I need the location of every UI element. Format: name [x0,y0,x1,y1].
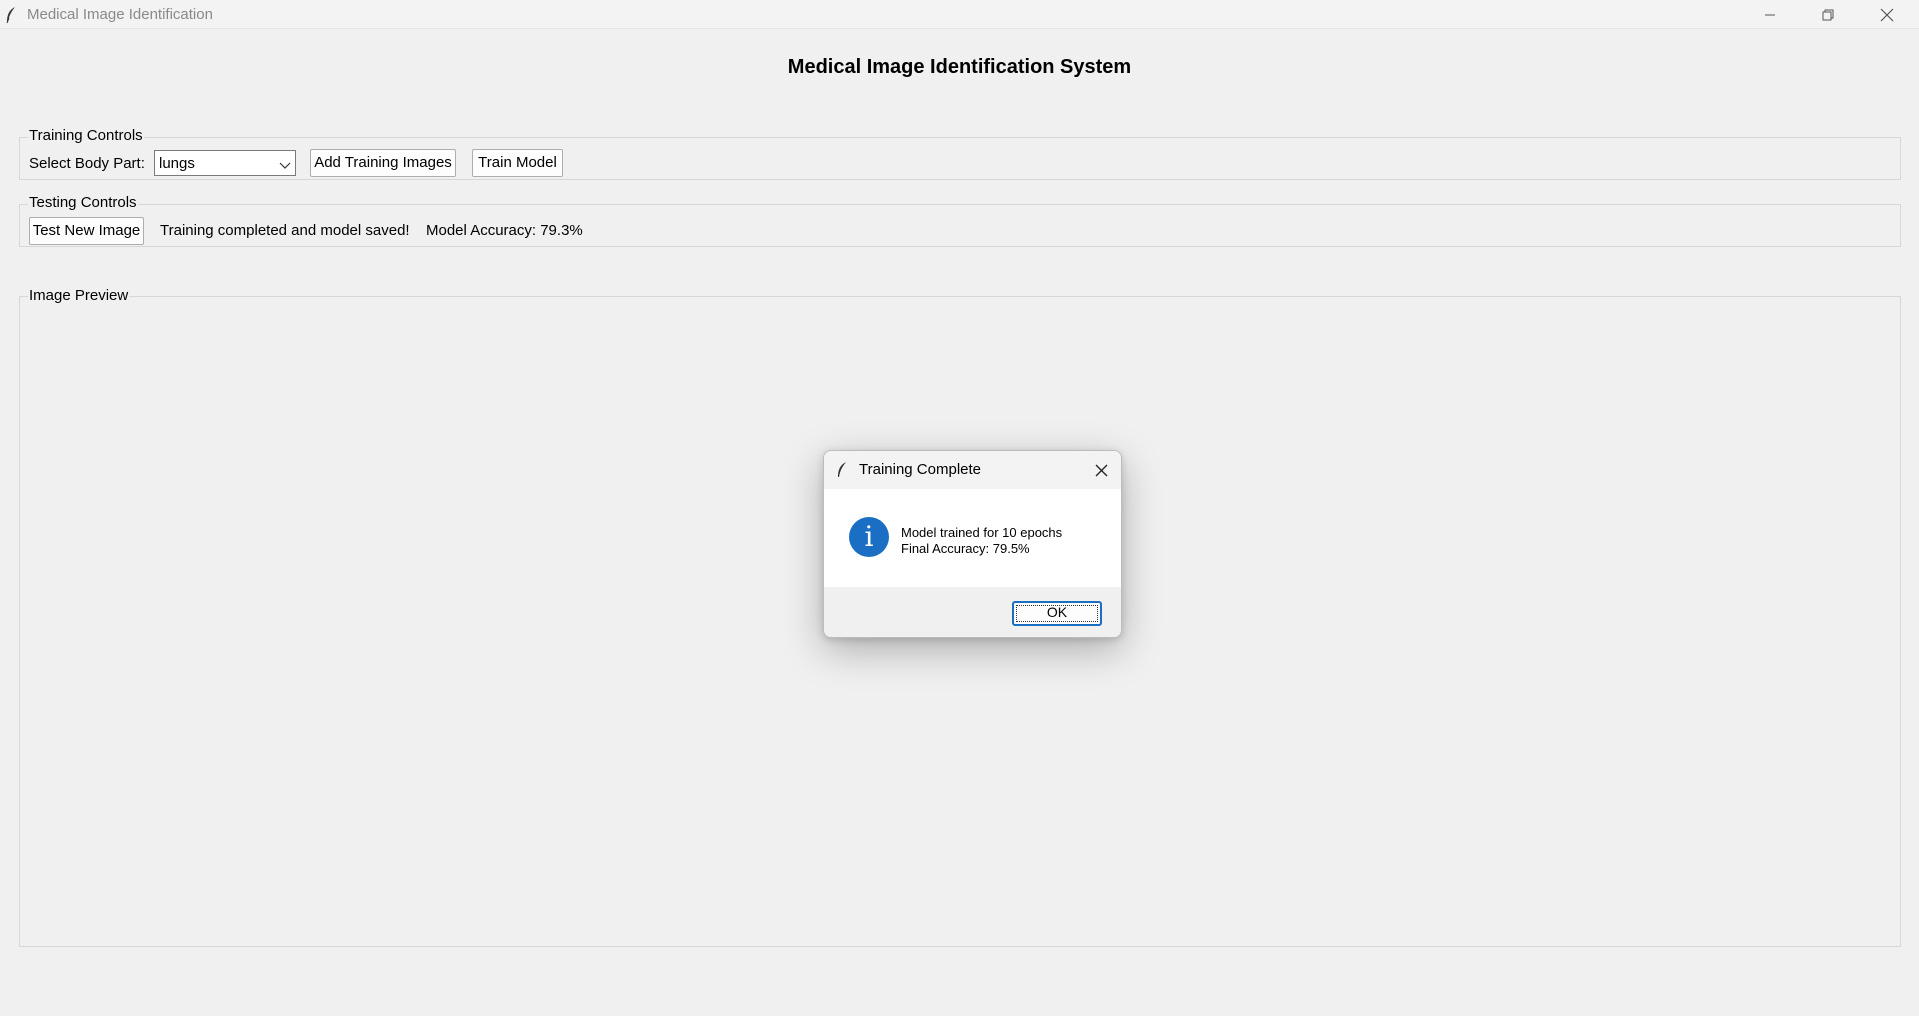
test-new-image-button[interactable]: Test New Image [29,217,144,245]
body-part-select[interactable]: lungs [154,150,296,176]
ok-button-label: OK [1046,604,1068,620]
chevron-down-icon[interactable] [279,158,291,175]
model-accuracy-text: Model Accuracy: 79.3% [426,222,583,239]
image-preview-label: Image Preview [28,287,130,304]
feather-icon [5,6,17,24]
dialog-body: i Model trained for 10 epochs Final Accu… [824,489,1121,587]
dialog-titlebar: Training Complete [824,451,1121,489]
training-controls-label: Training Controls [28,127,144,144]
window-title: Medical Image Identification [27,6,213,23]
body-part-label: Select Body Part: [29,155,145,172]
dialog-close-button[interactable] [1091,460,1111,480]
dialog-message-line2: Final Accuracy: 79.5% [901,541,1030,556]
add-training-images-button[interactable]: Add Training Images [310,149,456,177]
train-model-button[interactable]: Train Model [472,149,563,177]
minimize-button[interactable] [1741,0,1799,29]
dialog-message-line1: Model trained for 10 epochs [901,525,1063,540]
restore-icon [1822,9,1834,20]
training-complete-dialog: Training Complete i Model trained for 10… [823,450,1122,638]
restore-button[interactable] [1799,0,1857,29]
status-text: Training completed and model saved! [160,222,410,239]
training-controls-group [19,137,1901,180]
minimize-icon [1765,14,1775,15]
window-titlebar: Medical Image Identification [0,0,1919,29]
body-part-select-value: lungs [159,155,195,172]
feather-icon [836,461,848,483]
info-icon: i [849,517,889,557]
close-icon [1095,464,1107,476]
dialog-footer: OK [824,587,1121,637]
page-title: Medical Image Identification System [787,56,1132,78]
ok-button[interactable]: OK [1012,601,1102,626]
close-window-button[interactable] [1858,0,1916,29]
close-icon [1880,8,1894,21]
dialog-title: Training Complete [859,461,981,478]
testing-controls-label: Testing Controls [28,194,138,211]
